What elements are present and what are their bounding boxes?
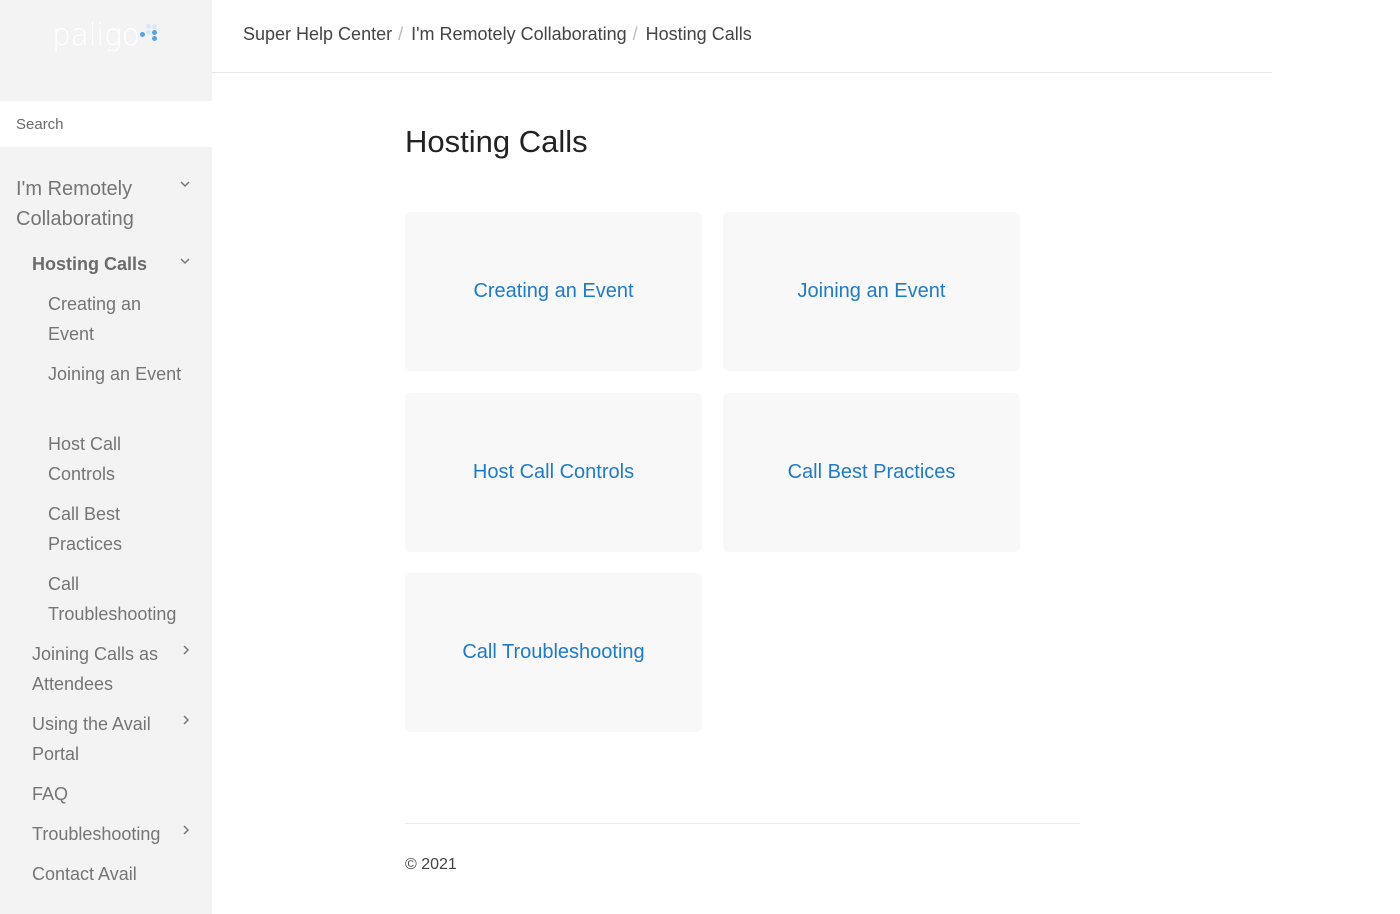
sidebar-item-creating-event[interactable]: Creating an Event: [48, 289, 188, 349]
sidebar-item-host-call-controls[interactable]: Host Call Controls: [48, 429, 188, 489]
topic-card[interactable]: Creating an Event: [405, 212, 702, 371]
topic-card-link[interactable]: Host Call Controls: [473, 461, 634, 484]
topic-card-link[interactable]: Call Best Practices: [788, 461, 956, 484]
search-input[interactable]: [16, 115, 196, 133]
footer-divider: [405, 823, 1080, 824]
chevron-down-icon[interactable]: [178, 177, 192, 191]
chevron-down-icon[interactable]: [178, 254, 192, 268]
logo-area: paligo: [0, 0, 212, 101]
page-title: Hosting Calls: [405, 124, 588, 159]
breadcrumb: Super Help Center / I'm Remotely Collabo…: [243, 24, 752, 45]
chevron-right-icon[interactable]: [179, 643, 193, 657]
sidebar: paligo I'm Remotely Collaborating Hostin…: [0, 0, 212, 914]
topic-card-link[interactable]: Creating an Event: [473, 280, 633, 303]
logo-dots-icon: [140, 24, 160, 42]
sidebar-item-hosting-calls[interactable]: Hosting Calls: [32, 249, 177, 279]
sidebar-item-troubleshooting[interactable]: Troubleshooting: [32, 819, 177, 849]
header: Super Help Center / I'm Remotely Collabo…: [212, 0, 1272, 73]
breadcrumb-link-home[interactable]: Super Help Center: [243, 24, 392, 45]
topic-card[interactable]: Call Troubleshooting: [405, 573, 702, 732]
topic-card[interactable]: Call Best Practices: [723, 393, 1020, 552]
sidebar-item-avail-portal[interactable]: Using the Avail Portal: [32, 709, 177, 769]
sidebar-item-joining-calls-attendees[interactable]: Joining Calls as Attendees: [32, 639, 177, 699]
breadcrumb-separator: /: [398, 24, 404, 44]
topic-card[interactable]: Joining an Event: [723, 212, 1020, 371]
sidebar-item-remotely-collaborating[interactable]: I'm Remotely Collaborating: [16, 174, 176, 234]
breadcrumb-current: Hosting Calls: [645, 24, 752, 44]
sidebar-item-faq[interactable]: FAQ: [32, 779, 177, 809]
copyright: © 2021: [405, 856, 457, 873]
topic-card-link[interactable]: Call Troubleshooting: [462, 641, 644, 664]
sidebar-item-call-troubleshooting[interactable]: Call Troubleshooting: [48, 569, 188, 629]
breadcrumb-link-section[interactable]: I'm Remotely Collaborating: [411, 24, 627, 45]
chevron-right-icon[interactable]: [179, 823, 193, 837]
topic-card-link[interactable]: Joining an Event: [798, 280, 946, 303]
search-box: [0, 101, 212, 147]
sidebar-item-call-best-practices[interactable]: Call Best Practices: [48, 499, 188, 559]
sidebar-item-joining-event[interactable]: Joining an Event: [48, 359, 188, 389]
logo[interactable]: paligo: [52, 18, 140, 53]
topic-card[interactable]: Host Call Controls: [405, 393, 702, 552]
sidebar-item-contact-avail[interactable]: Contact Avail: [32, 859, 177, 889]
breadcrumb-separator: /: [632, 24, 638, 44]
chevron-right-icon[interactable]: [179, 713, 193, 727]
